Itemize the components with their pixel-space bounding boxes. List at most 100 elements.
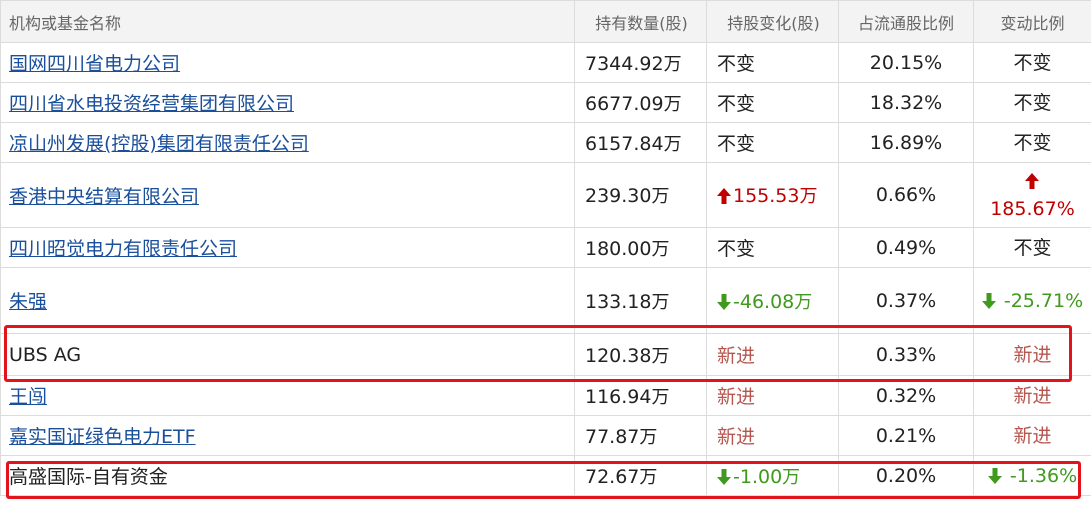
table-row: 四川省水电投资经营集团有限公司 6677.09万 不变 18.32% 不变 bbox=[0, 82, 1091, 123]
quantity-value: 77.87 bbox=[585, 425, 640, 448]
change-ratio-cell: 185.67% bbox=[973, 162, 1091, 228]
header-change[interactable]: 持股变化(股) bbox=[706, 0, 839, 43]
table-row: 朱强 133.18万 -46.08万 0.37% -25.71% bbox=[0, 267, 1091, 334]
float-ratio-cell: 0.33% bbox=[838, 333, 974, 376]
quantity-cell: 6677.09万 bbox=[574, 82, 707, 123]
table-row: 凉山州发展(控股)集团有限责任公司 6157.84万 不变 16.89% 不变 bbox=[0, 122, 1091, 163]
float-ratio-cell: 18.32% bbox=[838, 82, 974, 123]
table-header-row: 机构或基金名称 持有数量(股) 持股变化(股) 占流通股比例 变动比例 bbox=[0, 0, 1091, 43]
change-value: -1.00 bbox=[733, 465, 783, 488]
holder-name-link[interactable]: 香港中央结算有限公司 bbox=[9, 186, 199, 208]
change-ratio-cell: 不变 bbox=[973, 82, 1091, 123]
table-body: 国网四川省电力公司 7344.92万 不变 20.15% 不变 四川省水电投资经营集团有限… bbox=[0, 42, 1091, 496]
arrow-up-icon bbox=[1024, 173, 1039, 189]
change-ratio-value: 不变 bbox=[1013, 91, 1052, 114]
header-quantity[interactable]: 持有数量(股) bbox=[574, 0, 707, 43]
float-ratio-cell: 0.20% bbox=[838, 455, 974, 496]
quantity-value: 116.94 bbox=[585, 385, 652, 408]
change-unit: 万 bbox=[794, 291, 813, 313]
table-row: 国网四川省电力公司 7344.92万 不变 20.15% 不变 bbox=[0, 42, 1091, 83]
change-ratio-value: -1.36% bbox=[1009, 464, 1078, 487]
quantity-cell: 72.67万 bbox=[574, 455, 707, 496]
change-cell: 155.53万 bbox=[706, 162, 839, 228]
quantity-value: 7344.92 bbox=[585, 52, 664, 75]
quantity-unit: 万 bbox=[651, 291, 670, 313]
header-change-ratio[interactable]: 变动比例 bbox=[973, 0, 1091, 43]
change-ratio-cell: 新进 bbox=[973, 375, 1091, 416]
holder-name-link[interactable]: 凉山州发展(控股)集团有限责任公司 bbox=[9, 133, 309, 155]
holder-name-cell: UBS AG bbox=[0, 333, 575, 376]
table-row: UBS AG 120.38万 新进 0.33% 新进 bbox=[0, 333, 1091, 376]
table-row: 高盛国际-自有资金 72.67万 -1.00 万 0.20% -1.36% bbox=[0, 455, 1091, 496]
holder-name-cell: 香港中央结算有限公司 bbox=[0, 162, 575, 228]
change-ratio-value: 不变 bbox=[1013, 51, 1052, 74]
quantity-cell: 180.00万 bbox=[574, 227, 707, 268]
change-ratio-cell: -1.36% bbox=[973, 455, 1091, 496]
change-value: 不变 bbox=[717, 238, 756, 260]
arrow-down-icon bbox=[717, 468, 731, 485]
quantity-unit: 万 bbox=[651, 238, 670, 260]
change-ratio-cell: 不变 bbox=[973, 42, 1091, 83]
holder-name-link[interactable]: 朱强 bbox=[9, 291, 47, 313]
quantity-unit: 万 bbox=[651, 386, 670, 408]
change-value: 新进 bbox=[717, 386, 756, 408]
holder-name-link[interactable]: 王闯 bbox=[9, 386, 47, 408]
header-name[interactable]: 机构或基金名称 bbox=[0, 0, 575, 43]
holder-name-link[interactable]: 国网四川省电力公司 bbox=[9, 53, 180, 75]
quantity-value: 6157.84 bbox=[585, 132, 664, 155]
holder-name-cell: 高盛国际-自有资金 bbox=[0, 455, 575, 496]
holder-name-link[interactable]: 嘉实国证绿色电力ETF bbox=[9, 426, 196, 448]
change-ratio-cell: -25.71% bbox=[973, 267, 1091, 334]
float-ratio-cell: 20.15% bbox=[838, 42, 974, 83]
holder-name-cell: 嘉实国证绿色电力ETF bbox=[0, 415, 575, 456]
change-cell: -46.08万 bbox=[706, 267, 839, 334]
holder-name-text: 高盛国际-自有资金 bbox=[9, 466, 168, 488]
holders-table: 机构或基金名称 持有数量(股) 持股变化(股) 占流通股比例 变动比例 国网四川… bbox=[0, 0, 1091, 496]
change-ratio-cell: 不变 bbox=[973, 122, 1091, 163]
quantity-unit: 万 bbox=[663, 133, 682, 155]
change-ratio-value: 185.67% bbox=[990, 198, 1075, 220]
change-ratio-value: -25.71% bbox=[1003, 289, 1084, 312]
table-row: 四川昭觉电力有限责任公司 180.00万 不变 0.49% 不变 bbox=[0, 227, 1091, 268]
change-value: -46.08 bbox=[733, 290, 795, 313]
change-ratio-value: 不变 bbox=[1013, 236, 1052, 259]
holder-name-cell: 凉山州发展(控股)集团有限责任公司 bbox=[0, 122, 575, 163]
holder-name-link[interactable]: 四川省水电投资经营集团有限公司 bbox=[9, 93, 294, 115]
change-ratio-cell: 不变 bbox=[973, 227, 1091, 268]
change-ratio-cell: 新进 bbox=[973, 333, 1091, 376]
change-cell: 不变 bbox=[706, 227, 839, 268]
holder-name-cell: 朱强 bbox=[0, 267, 575, 334]
quantity-cell: 120.38万 bbox=[574, 333, 707, 376]
change-ratio-value: 新进 bbox=[1013, 384, 1052, 407]
change-value: 不变 bbox=[717, 133, 756, 155]
float-ratio-cell: 0.32% bbox=[838, 375, 974, 416]
quantity-value: 6677.09 bbox=[585, 92, 664, 115]
quantity-cell: 116.94万 bbox=[574, 375, 707, 416]
holder-name-cell: 四川昭觉电力有限责任公司 bbox=[0, 227, 575, 268]
float-ratio-cell: 0.49% bbox=[838, 227, 974, 268]
quantity-unit: 万 bbox=[651, 186, 670, 207]
quantity-value: 180.00 bbox=[585, 237, 652, 260]
quantity-unit: 万 bbox=[651, 345, 670, 367]
change-value: 新进 bbox=[717, 345, 756, 367]
change-cell: 不变 bbox=[706, 122, 839, 163]
arrow-up-icon bbox=[717, 188, 731, 204]
holder-name-cell: 国网四川省电力公司 bbox=[0, 42, 575, 83]
quantity-unit: 万 bbox=[639, 466, 658, 488]
change-value: 155.53 bbox=[733, 185, 800, 207]
float-ratio-cell: 0.21% bbox=[838, 415, 974, 456]
float-ratio-cell: 0.37% bbox=[838, 267, 974, 334]
quantity-cell: 133.18万 bbox=[574, 267, 707, 334]
quantity-unit: 万 bbox=[639, 426, 658, 448]
holder-name-cell: 四川省水电投资经营集团有限公司 bbox=[0, 82, 575, 123]
float-ratio-cell: 16.89% bbox=[838, 122, 974, 163]
table-row: 香港中央结算有限公司 239.30万 155.53万 0.66% 185.67% bbox=[0, 162, 1091, 228]
change-value: 不变 bbox=[717, 53, 756, 75]
change-cell: 新进 bbox=[706, 333, 839, 376]
header-float-ratio[interactable]: 占流通股比例 bbox=[838, 0, 974, 43]
holder-name-link[interactable]: 四川昭觉电力有限责任公司 bbox=[9, 238, 237, 260]
change-value: 不变 bbox=[717, 93, 756, 115]
change-value: 新进 bbox=[717, 426, 756, 448]
table-row: 王闯 116.94万 新进 0.32% 新进 bbox=[0, 375, 1091, 416]
quantity-cell: 239.30万 bbox=[574, 162, 707, 228]
